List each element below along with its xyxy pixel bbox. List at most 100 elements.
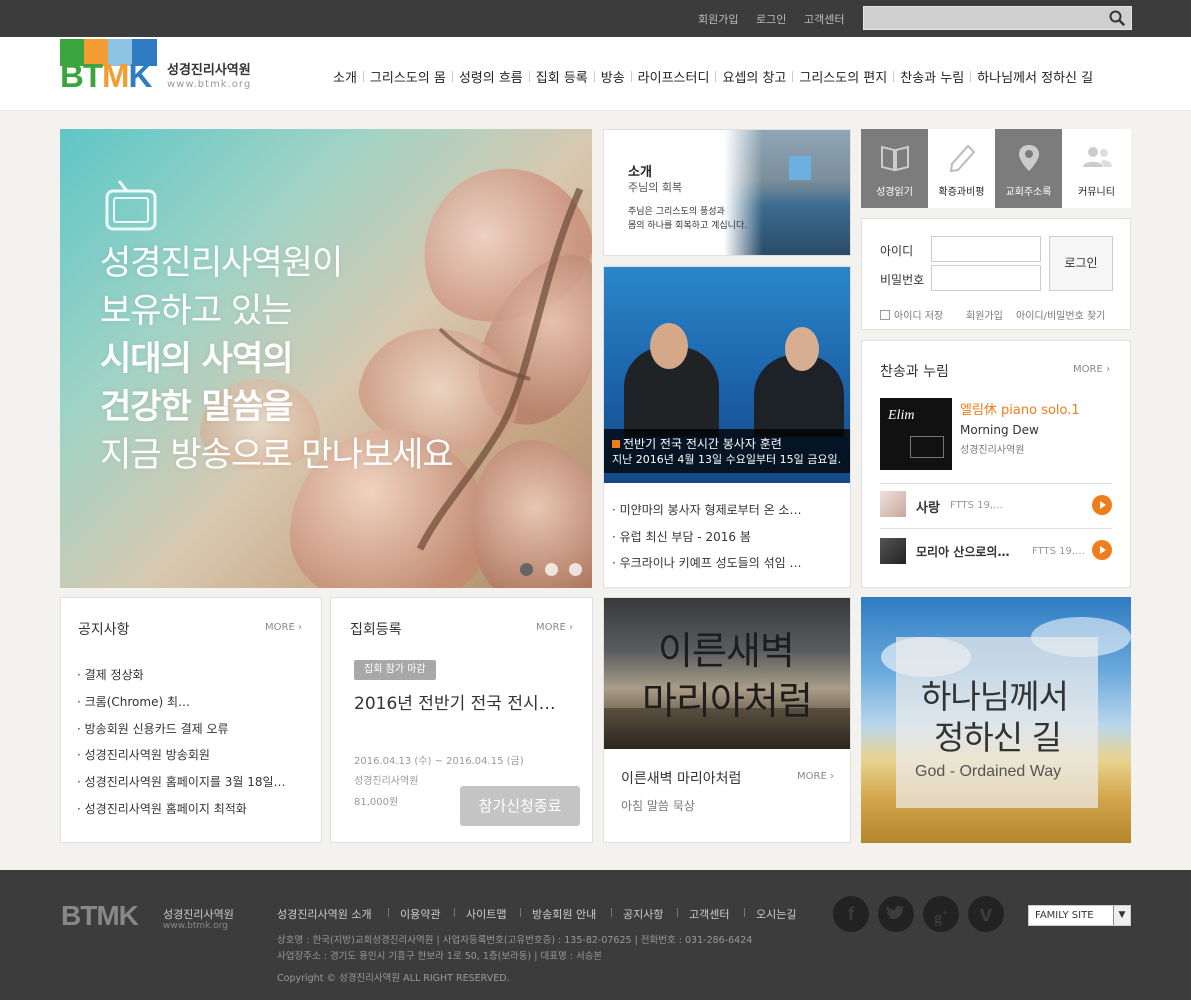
twitter-icon[interactable] (878, 896, 914, 932)
nav-divider (528, 70, 530, 82)
album-title[interactable]: 엘림休 piano solo.1 (960, 399, 1080, 418)
find-account-link[interactable]: 아이디/비밀번호 찾기 (1016, 307, 1105, 322)
nav-item-life-study[interactable]: 라이프스터디 (638, 67, 710, 86)
more-link[interactable]: MORE › (536, 622, 573, 633)
slide-dot-active[interactable] (520, 563, 533, 576)
login-link[interactable]: 로그인 (756, 11, 786, 27)
more-link[interactable]: MORE › (265, 622, 302, 633)
broadcast-list-item[interactable]: · 우크라이나 키예프 성도들의 섞임 … (612, 554, 801, 571)
family-site-select[interactable]: FAMILY SITE ▼ (1028, 905, 1131, 926)
footer-link-sitemap[interactable]: 사이트맵 (466, 906, 506, 922)
hymn-panel: 찬송과 누림 MORE › Elim 엘림休 piano solo.1 Morn… (861, 340, 1131, 588)
god-ordained-way-card[interactable]: 하나님께서 정하신 길 God - Ordained Way (861, 597, 1131, 843)
track-meta: FTTS 19,… (950, 500, 1004, 511)
track-thumbnail (880, 538, 906, 564)
footer-link-broadcast-member[interactable]: 방송회원 안내 (532, 906, 596, 922)
quick-menu-label: 커뮤니티 (1078, 187, 1115, 198)
play-icon[interactable] (1092, 495, 1112, 519)
track-title[interactable]: 모리아 산으로의… (916, 543, 1009, 560)
site-logo[interactable]: BTMK (60, 39, 157, 94)
people-icon (1082, 147, 1112, 167)
signup-link[interactable]: 회원가입 (698, 11, 738, 27)
hero-banner[interactable]: 성경진리사역원이 보유하고 있는 시대의 사역의 건강한 말씀을 지금 방송으로… (60, 129, 592, 588)
tv-icon (105, 179, 157, 237)
dawn-mary-card[interactable]: 이른새벽 마리아처럼 이른새벽 마리아처럼 MORE › 아침 말씀 묵상 (603, 597, 851, 843)
password-label: 비밀번호 (880, 273, 925, 287)
id-input[interactable] (931, 236, 1041, 262)
registration-closed-button[interactable]: 참가신청종료 (460, 786, 580, 826)
hero-headline-line: 보유하고 있는 (100, 291, 292, 331)
footer-divider (520, 908, 521, 917)
notice-item[interactable]: · 성경진리사역원 홈페이지를 3월 18일… (77, 773, 286, 790)
search-box (863, 6, 1132, 30)
google-plus-icon[interactable]: g+ (923, 896, 959, 932)
god-way-title: 정하신 길 (934, 718, 1062, 757)
album-artist: 성경진리사역원 (960, 445, 1025, 456)
notice-item[interactable]: · 결제 정상화 (77, 666, 144, 683)
event-title[interactable]: 2016년 전반기 전국 전시… (354, 689, 556, 714)
password-input[interactable] (931, 265, 1041, 291)
meeting-registration-panel: 집회등록 MORE › 집회 참가 마감 2016년 전반기 전국 전시… 20… (330, 597, 593, 843)
track-title[interactable]: 사랑 (916, 497, 940, 516)
panel-title: 공지사항 (78, 622, 130, 638)
footer-link-directions[interactable]: 오시는길 (756, 906, 796, 922)
nav-item-intro[interactable]: 소개 (333, 67, 357, 86)
notice-item[interactable]: · 성경진리사역원 홈페이지 최적화 (77, 800, 247, 817)
login-button[interactable]: 로그인 (1049, 236, 1113, 291)
nav-item-meeting-registration[interactable]: 집회 등록 (536, 67, 588, 86)
video-thumbnail[interactable]: 전반기 전국 전시간 봉사자 훈련 지난 2016년 4월 13일 수요일부터 … (604, 267, 850, 483)
intro-text-line: 주님은 그리스도의 풍성과 (628, 207, 725, 217)
save-id-checkbox[interactable]: 아이디 저장 (880, 307, 943, 322)
stage-screen (789, 156, 811, 180)
customer-center-link[interactable]: 고객센터 (804, 11, 844, 27)
facebook-icon[interactable]: f (833, 896, 869, 932)
track-thumbnail (880, 491, 906, 517)
nav-item-god-ordained-way[interactable]: 하나님께서 정하신 길 (977, 67, 1093, 86)
more-link[interactable]: MORE › (1073, 364, 1110, 375)
intro-card[interactable]: 소개 주님의 회복 주님은 그리스도의 풍성과 몸의 하나를 회복하고 계십니다… (603, 129, 851, 256)
quick-menu-confirmation[interactable]: 확증과비평 (928, 129, 995, 208)
footer-divider (744, 908, 745, 917)
vimeo-icon[interactable]: v (968, 896, 1004, 932)
event-organizer: 성경진리사역원 (354, 776, 419, 787)
footer-link-customer-center[interactable]: 고객센터 (689, 906, 729, 922)
album-cover[interactable]: Elim (880, 398, 952, 470)
slide-dot[interactable] (569, 563, 582, 576)
play-icon[interactable] (1092, 540, 1112, 564)
broadcast-list-item[interactable]: · 유럽 최신 부담 - 2016 봄 (612, 528, 751, 545)
hero-headline-line: 지금 방송으로 만나보세요 (100, 435, 454, 475)
notice-item[interactable]: · 성경진리사역원 방송회원 (77, 746, 210, 763)
slide-dot[interactable] (545, 563, 558, 576)
notice-item[interactable]: · 크롬(Chrome) 최… (77, 693, 190, 710)
nav-item-spirit-flow[interactable]: 성령의 흐름 (459, 67, 523, 86)
quick-menu-community[interactable]: 커뮤니티 (1062, 129, 1131, 208)
nav-item-hymns[interactable]: 찬송과 누림 (900, 67, 964, 86)
footer-link-terms[interactable]: 이용약관 (400, 906, 440, 922)
god-way-english: God - Ordained Way (915, 763, 1062, 780)
divider (880, 483, 1112, 484)
panel-title: 찬송과 누림 (880, 364, 949, 380)
footer-link-about[interactable]: 성경진리사역원 소개 (277, 906, 372, 922)
nav-divider (893, 70, 895, 82)
footer-copyright: Copyright © 성경진리사역원 ALL RIGHT RESERVED. (277, 973, 510, 984)
quick-menu-bible-reading[interactable]: 성경읽기 (861, 129, 928, 208)
nav-item-body-of-christ[interactable]: 그리스도의 몸 (370, 67, 446, 86)
divider (880, 528, 1112, 529)
presenter-head (785, 327, 819, 371)
notice-item[interactable]: · 방송회원 신용카드 결제 오류 (77, 720, 229, 737)
more-link[interactable]: MORE › (797, 771, 834, 782)
nav-item-joseph-storehouse[interactable]: 요셉의 창고 (722, 67, 786, 86)
logo-letters: BTMK (60, 57, 152, 94)
search-icon[interactable] (1109, 10, 1125, 30)
nav-item-letters-of-christ[interactable]: 그리스도의 편지 (799, 67, 887, 86)
search-input[interactable] (864, 7, 1094, 29)
footer-link-notice[interactable]: 공지사항 (623, 906, 663, 922)
event-date: 2016.04.13 (수) ~ 2016.04.15 (금) (354, 756, 524, 767)
dawn-title: 이른새벽 마리아처럼 (621, 771, 742, 787)
site-name: 성경진리사역원 (167, 63, 251, 78)
quick-menu-church-directory[interactable]: 교회주소록 (995, 129, 1062, 208)
signup-link[interactable]: 회원가입 (966, 307, 1003, 322)
quick-menu-label: 성경읽기 (876, 187, 913, 198)
broadcast-list-item[interactable]: · 미얀마의 봉사자 형제로부터 온 소… (612, 501, 801, 518)
nav-item-broadcast[interactable]: 방송 (601, 67, 625, 86)
